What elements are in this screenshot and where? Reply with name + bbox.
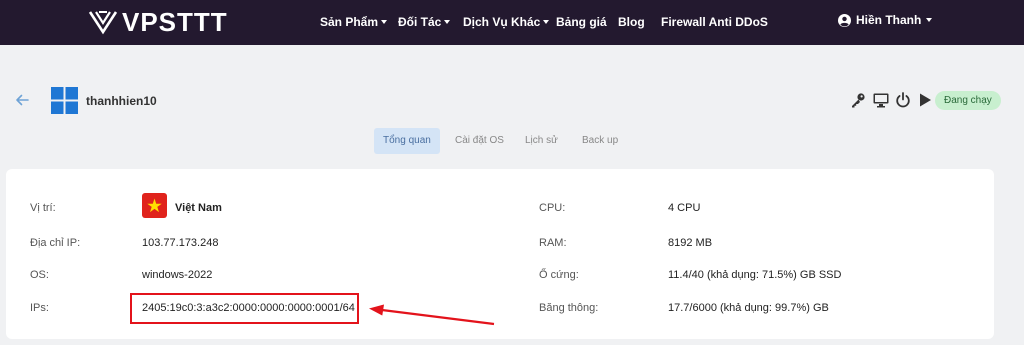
chevron-down-icon: [543, 20, 550, 24]
tab-lich-su[interactable]: Lịch sử: [516, 128, 567, 154]
location-value: Việt Nam: [175, 202, 222, 214]
disk-label: Ổ cứng:: [539, 269, 579, 281]
disk-value: 11.4/40 (khả dụng: 71.5%) GB SSD: [668, 269, 842, 281]
bandwidth-value: 17.7/6000 (khả dụng: 99.7%) GB: [668, 302, 829, 314]
tab-tong-quan[interactable]: Tổng quan: [374, 128, 440, 154]
user-circle-icon: [838, 13, 851, 27]
play-icon[interactable]: [917, 92, 933, 108]
chevron-down-icon: [926, 18, 933, 22]
windows-logo-icon: [51, 87, 78, 114]
chevron-down-icon: [444, 20, 451, 24]
ram-value: 8192 MB: [668, 237, 713, 249]
ip-value: 103.77.173.248: [142, 237, 219, 249]
cpu-label: CPU:: [539, 202, 566, 214]
os-value: windows-2022: [142, 269, 213, 281]
nav-item-san-pham[interactable]: Sản Phẩm: [320, 15, 388, 29]
ram-label: RAM:: [539, 237, 567, 249]
nav-item-bang-gia[interactable]: Bảng giá: [556, 15, 607, 29]
power-icon[interactable]: [895, 92, 911, 108]
tab-back-up[interactable]: Back up: [573, 128, 627, 154]
vietnam-flag-icon: [142, 193, 167, 218]
ips-label: IPs:: [30, 302, 49, 314]
key-icon[interactable]: [850, 92, 866, 108]
status-badge: Đang chạy: [935, 91, 1001, 110]
chevron-down-icon: [381, 20, 388, 24]
annotation-arrow-icon: [369, 304, 495, 326]
tab-cai-dat-os[interactable]: Cài đặt OS: [446, 128, 513, 154]
user-menu[interactable]: Hiền Thanh: [838, 13, 933, 27]
nav-item-firewall-anti-ddos[interactable]: Firewall Anti DDoS: [661, 15, 768, 29]
ip-label: Địa chỉ IP:: [30, 237, 81, 249]
arrow-left-icon[interactable]: [14, 92, 30, 108]
nav-item-dich-vu-khac[interactable]: Dịch Vụ Khác: [463, 15, 550, 29]
location-label: Vị trí:: [30, 202, 56, 214]
brand-logo-mark-icon: [88, 11, 118, 35]
annotation-highlight-box: [130, 293, 359, 324]
cpu-value: 4 CPU: [668, 202, 701, 214]
os-label: OS:: [30, 269, 49, 281]
server-name: thanhhien10: [86, 94, 157, 108]
bandwidth-label: Băng thông:: [539, 302, 599, 314]
brand-logo[interactable]: VPSTTT: [88, 6, 228, 37]
user-name: Hiền Thanh: [856, 13, 922, 27]
nav-item-blog[interactable]: Blog: [618, 15, 645, 29]
monitor-icon[interactable]: [873, 92, 889, 108]
nav-item-doi-tac[interactable]: Đối Tác: [398, 15, 451, 29]
top-navbar: VPSTTT Sản Phẩm Đối Tác Dịch Vụ Khác Bản…: [0, 0, 1024, 45]
brand-name: VPSTTT: [122, 6, 228, 37]
